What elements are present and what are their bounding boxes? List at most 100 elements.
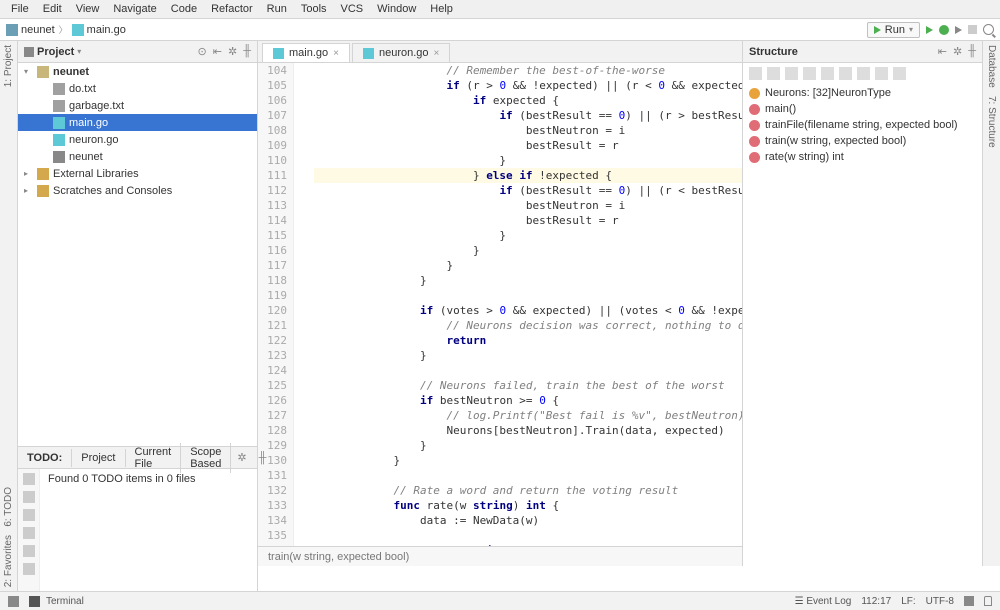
- breadcrumb-bottom[interactable]: train(w string, expected bool): [258, 546, 742, 566]
- gear-icon[interactable]: ✲: [231, 451, 252, 464]
- terminal-button[interactable]: Terminal: [46, 596, 84, 607]
- stop-button[interactable]: [968, 25, 977, 34]
- collapse-icon[interactable]: [23, 491, 35, 503]
- coverage-button[interactable]: [955, 26, 962, 34]
- todo-panel: TODO: Project Current File Scope Based ✲…: [18, 446, 258, 591]
- sort-icon[interactable]: [749, 67, 762, 80]
- encoding[interactable]: UTF-8: [926, 596, 954, 607]
- menu-view[interactable]: View: [69, 1, 107, 17]
- menu-navigate[interactable]: Navigate: [106, 1, 163, 17]
- sidebar-tab-project[interactable]: 1: Project: [3, 45, 14, 87]
- collapse-icon[interactable]: ⇤: [213, 45, 222, 58]
- structure-item[interactable]: train(w string, expected bool): [749, 133, 976, 149]
- fields-icon[interactable]: [839, 67, 852, 80]
- go-file-icon: [53, 117, 65, 129]
- close-icon[interactable]: ×: [434, 48, 440, 59]
- project-view-dropdown[interactable]: Project ▾: [24, 46, 81, 58]
- text-file-icon: [53, 83, 65, 95]
- binary-icon: [53, 151, 65, 163]
- search-icon[interactable]: [983, 24, 994, 35]
- menu-refactor[interactable]: Refactor: [204, 1, 260, 17]
- tab-main[interactable]: main.go×: [262, 43, 350, 62]
- tree-root[interactable]: ▾neunet: [18, 63, 257, 80]
- debug-button[interactable]: [939, 25, 949, 35]
- structure-item-label: Neurons: [32]NeuronType: [765, 87, 891, 99]
- go-file-icon: [363, 48, 374, 59]
- hide-icon[interactable]: ╫: [968, 45, 976, 58]
- line-separator[interactable]: LF:: [901, 596, 915, 607]
- breadcrumb-file[interactable]: main.go: [72, 24, 126, 36]
- sidebar-tab-todo[interactable]: 6: TODO: [3, 487, 14, 527]
- todo-tab-project[interactable]: Project: [72, 449, 125, 467]
- run-button[interactable]: [926, 26, 933, 34]
- tree-item-garbage[interactable]: garbage.txt: [18, 97, 257, 114]
- tree-scratches[interactable]: ▸Scratches and Consoles: [18, 182, 257, 199]
- structure-item[interactable]: Neurons: [32]NeuronType: [749, 85, 976, 101]
- run-config-label: Run: [885, 24, 905, 36]
- todo-tab-current[interactable]: Current File: [126, 443, 182, 473]
- breadcrumb: neunet 〉 main.go: [6, 23, 126, 36]
- todo-content: Found 0 TODO items in 0 files: [40, 469, 257, 591]
- function-icon: [749, 120, 760, 131]
- hide-icon[interactable]: ╫: [253, 452, 273, 464]
- gear-icon[interactable]: ✲: [228, 45, 237, 58]
- tab-label: neuron.go: [379, 47, 429, 59]
- sidebar-tab-favorites[interactable]: 2: Favorites: [3, 535, 14, 587]
- expand-icon[interactable]: [23, 473, 35, 485]
- anonymous-icon[interactable]: [875, 67, 888, 80]
- todo-tab-scope[interactable]: Scope Based: [181, 443, 231, 473]
- menu-help[interactable]: Help: [423, 1, 460, 17]
- structure-item[interactable]: rate(w string) int: [749, 149, 976, 165]
- go-file-icon: [53, 134, 65, 146]
- collapse-all-icon[interactable]: [803, 67, 816, 80]
- code-content[interactable]: // Remember the best-of-the-worse if (r …: [308, 63, 742, 546]
- inherited-icon[interactable]: [857, 67, 870, 80]
- navbar: neunet 〉 main.go Run ▾: [0, 19, 1000, 41]
- todo-message: Found 0 TODO items in 0 files: [48, 473, 196, 485]
- tree-external-libs[interactable]: ▸External Libraries: [18, 165, 257, 182]
- collapse-icon[interactable]: ⇤: [938, 45, 947, 58]
- tree-item-bin[interactable]: neunet: [18, 148, 257, 165]
- structure-item[interactable]: trainFile(filename string, expected bool…: [749, 117, 976, 133]
- preview-icon[interactable]: [23, 563, 35, 575]
- filter-icon[interactable]: [767, 67, 780, 80]
- sidebar-tab-structure[interactable]: 7: Structure: [986, 96, 997, 148]
- tree-item-main[interactable]: main.go: [18, 114, 257, 131]
- target-icon[interactable]: ⊙: [198, 45, 207, 58]
- group-icon[interactable]: [23, 509, 35, 521]
- inspection-icon[interactable]: [964, 596, 974, 606]
- folder-icon: [6, 24, 18, 36]
- menu-code[interactable]: Code: [164, 1, 204, 17]
- chevron-down-icon: ▾: [909, 25, 913, 34]
- structure-tree[interactable]: Neurons: [32]NeuronType main() trainFile…: [743, 83, 982, 566]
- run-config-dropdown[interactable]: Run ▾: [867, 22, 920, 38]
- filter-icon[interactable]: [23, 527, 35, 539]
- fold-gutter[interactable]: [294, 63, 308, 546]
- autoscroll-icon[interactable]: [821, 67, 834, 80]
- hide-icon[interactable]: ╫: [243, 45, 251, 58]
- editor: main.go× neuron.go × 10410510610710810911…: [258, 41, 742, 566]
- breadcrumb-root[interactable]: neunet: [6, 24, 55, 36]
- menu-window[interactable]: Window: [370, 1, 423, 17]
- gear-icon[interactable]: ✲: [953, 45, 962, 58]
- menu-run[interactable]: Run: [260, 1, 294, 17]
- window-icon[interactable]: [8, 596, 19, 607]
- structure-item-label: main(): [765, 103, 796, 115]
- lock-icon[interactable]: [984, 596, 992, 606]
- tree-item-neuron[interactable]: neuron.go: [18, 131, 257, 148]
- close-icon[interactable]: ×: [333, 48, 339, 59]
- event-log-button[interactable]: ☰ Event Log: [795, 596, 852, 607]
- autoscroll-icon[interactable]: [23, 545, 35, 557]
- lambda-icon[interactable]: [893, 67, 906, 80]
- structure-item[interactable]: main(): [749, 101, 976, 117]
- tree-item-do[interactable]: do.txt: [18, 80, 257, 97]
- expand-icon[interactable]: [785, 67, 798, 80]
- menu-vcs[interactable]: VCS: [334, 1, 371, 17]
- chevron-down-icon: ▾: [77, 47, 81, 56]
- tab-neuron[interactable]: neuron.go ×: [352, 43, 450, 62]
- menu-edit[interactable]: Edit: [36, 1, 69, 17]
- code-area[interactable]: 1041051061071081091101111121131141151161…: [258, 63, 742, 546]
- menu-file[interactable]: File: [4, 1, 36, 17]
- sidebar-tab-database[interactable]: Database: [986, 45, 997, 88]
- menu-tools[interactable]: Tools: [294, 1, 334, 17]
